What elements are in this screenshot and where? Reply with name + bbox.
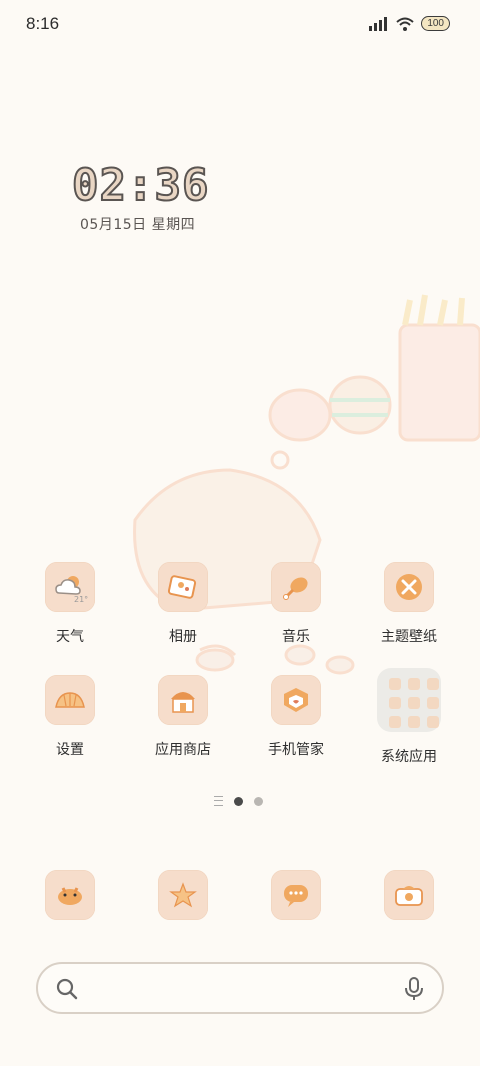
- folder-icon: [377, 668, 441, 732]
- app-themes[interactable]: 主题壁纸: [354, 562, 464, 646]
- security-icon: [271, 675, 321, 725]
- gallery-icon: [158, 562, 208, 612]
- app-gallery[interactable]: 相册: [128, 562, 238, 646]
- app-label: 主题壁纸: [381, 629, 437, 645]
- clock-time: 02:36: [71, 159, 210, 212]
- app-system-folder[interactable]: 系统应用: [354, 668, 464, 766]
- weather-temp: 21°: [74, 595, 88, 603]
- app-music[interactable]: 音乐: [241, 562, 351, 646]
- clock-widget[interactable]: 02:36 05月15日 星期四: [71, 159, 242, 245]
- app-label: 天气: [56, 629, 84, 645]
- camera-icon[interactable]: [384, 870, 434, 920]
- chat-icon[interactable]: [271, 870, 321, 920]
- app-list-icon[interactable]: [214, 796, 223, 806]
- app-label: 音乐: [282, 629, 310, 645]
- messages-icon[interactable]: [158, 870, 208, 920]
- music-icon: [271, 562, 321, 612]
- app-label: 相册: [169, 629, 197, 645]
- weather-icon: 21°: [45, 562, 95, 612]
- clock-date: 05月15日 星期四: [80, 217, 196, 233]
- app-label: 系统应用: [381, 749, 437, 765]
- app-weather[interactable]: 21° 天气: [15, 562, 125, 646]
- app-store[interactable]: 应用商店: [128, 675, 238, 759]
- themes-icon: [384, 562, 434, 612]
- app-store-icon: [158, 675, 208, 725]
- app-label: 设置: [56, 742, 84, 758]
- phone-icon[interactable]: [45, 870, 95, 920]
- settings-icon: [45, 675, 95, 725]
- app-label: 应用商店: [155, 742, 211, 758]
- search-icon: [56, 978, 78, 1000]
- app-security[interactable]: 手机管家: [241, 675, 351, 759]
- page-dot[interactable]: [254, 796, 263, 806]
- microphone-icon[interactable]: [404, 977, 424, 1001]
- app-label: 手机管家: [268, 742, 324, 758]
- page-indicator[interactable]: [214, 796, 263, 806]
- search-bar[interactable]: [36, 962, 444, 1014]
- dock: [0, 855, 480, 935]
- page-dot-active[interactable]: [234, 796, 243, 806]
- app-settings[interactable]: 设置: [15, 675, 125, 759]
